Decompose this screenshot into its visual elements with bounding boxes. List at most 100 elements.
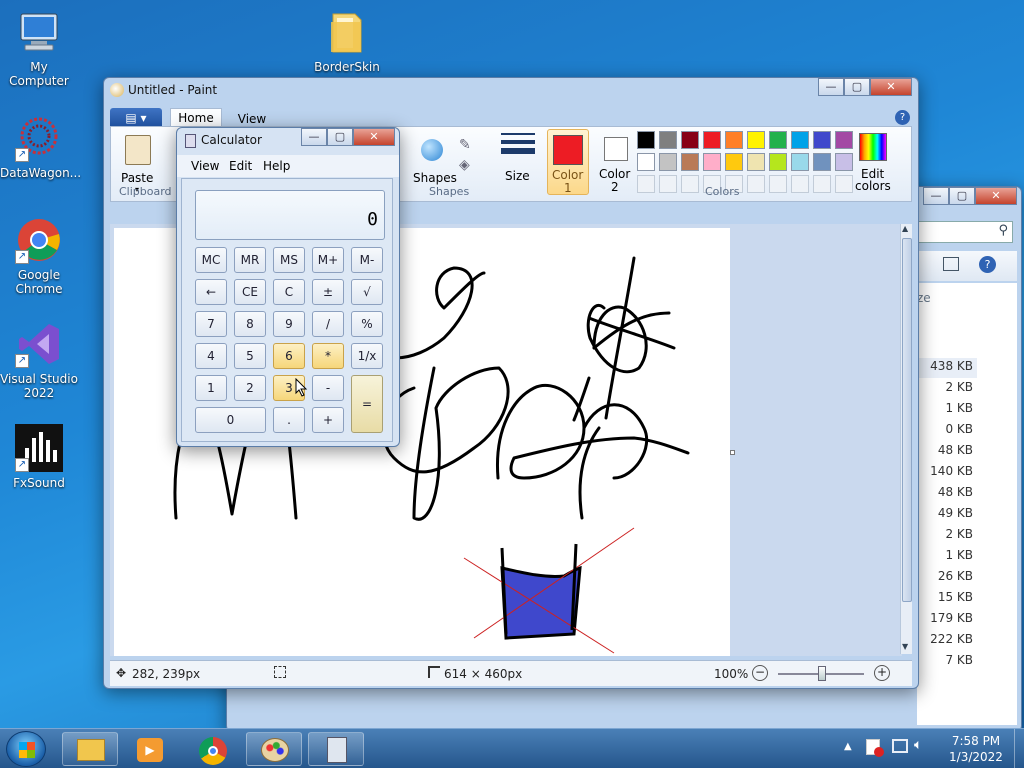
palette-empty-slot[interactable] [813, 175, 831, 193]
maximize-button[interactable]: ▢ [844, 78, 870, 96]
desktop-icon-my-computer[interactable]: My Computer [0, 8, 78, 88]
calc-button-mc[interactable]: MC [195, 247, 227, 273]
color2-button[interactable]: Color 2 [595, 129, 637, 195]
palette-swatch[interactable] [725, 153, 743, 171]
paint-app-icon[interactable] [110, 83, 124, 97]
calculator-titlebar[interactable]: Calculator — ▢ ✕ [177, 128, 399, 152]
fill-icon[interactable]: ◈ [459, 157, 470, 173]
size-column-header[interactable]: ze [917, 291, 931, 305]
calc-button-digit-4[interactable]: 4 [195, 343, 227, 369]
palette-swatch[interactable] [681, 131, 699, 149]
palette-empty-slot[interactable] [791, 175, 809, 193]
show-desktop-button[interactable] [1014, 729, 1024, 768]
calc-button-digit-8[interactable]: 8 [234, 311, 266, 337]
vertical-scrollbar[interactable]: ▲ ▼ [900, 224, 912, 654]
paint-menu-button[interactable]: ▤ ▾ [110, 108, 162, 128]
calc-button-digit-5[interactable]: 5 [234, 343, 266, 369]
maximize-button[interactable]: ▢ [327, 128, 353, 146]
paste-button[interactable]: Paste ▾ [117, 133, 161, 194]
preview-pane-icon[interactable] [943, 257, 959, 271]
minimize-button[interactable]: — [818, 78, 844, 96]
zoom-out-button[interactable]: − [752, 665, 768, 681]
palette-swatch[interactable] [791, 153, 809, 171]
palette-swatch[interactable] [681, 153, 699, 171]
palette-swatch[interactable] [703, 153, 721, 171]
calc-button-equals[interactable]: = [351, 375, 383, 433]
calc-button-digit-2[interactable]: 2 [234, 375, 266, 401]
shapes-button[interactable]: Shapes [411, 133, 457, 187]
calc-button-digit-0[interactable]: 0 [195, 407, 266, 433]
close-button[interactable]: ✕ [975, 187, 1017, 205]
calc-button-digit-7[interactable]: 7 [195, 311, 227, 337]
calc-button-digit-6[interactable]: 6 [273, 343, 305, 369]
minimize-button[interactable]: — [923, 187, 949, 205]
explorer-search-box[interactable]: ⚲ [917, 221, 1013, 243]
tab-home[interactable]: Home [170, 108, 222, 128]
palette-swatch[interactable] [769, 153, 787, 171]
menu-edit[interactable]: Edit [229, 159, 252, 173]
scroll-up-arrow-icon[interactable]: ▲ [902, 224, 908, 233]
palette-swatch[interactable] [813, 153, 831, 171]
taskbar-explorer[interactable] [62, 732, 118, 766]
calc-button-m-plus[interactable]: M+ [312, 247, 344, 273]
calc-button-divide[interactable]: / [312, 311, 344, 337]
palette-swatch[interactable] [747, 131, 765, 149]
scroll-down-arrow-icon[interactable]: ▼ [902, 642, 908, 651]
palette-swatch[interactable] [791, 131, 809, 149]
calc-button-plus-minus[interactable]: ± [312, 279, 344, 305]
calc-button-decimal[interactable]: . [273, 407, 305, 433]
canvas-resize-handle[interactable] [730, 450, 735, 455]
palette-swatch[interactable] [637, 153, 655, 171]
color1-button[interactable]: Color 1 [547, 129, 589, 195]
palette-swatch[interactable] [637, 131, 655, 149]
taskbar-chrome[interactable] [184, 732, 240, 766]
palette-empty-slot[interactable] [637, 175, 655, 193]
paint-titlebar[interactable]: Untitled - Paint — ▢ ✕ [104, 78, 918, 102]
desktop-icon-fxsound[interactable]: ↗ FxSound [0, 424, 78, 490]
menu-view[interactable]: View [191, 159, 219, 173]
calc-button-percent[interactable]: % [351, 311, 383, 337]
calc-button-digit-9[interactable]: 9 [273, 311, 305, 337]
desktop-icon-google-chrome[interactable]: ↗ Google Chrome [0, 216, 78, 296]
maximize-button[interactable]: ▢ [949, 187, 975, 205]
palette-empty-slot[interactable] [659, 175, 677, 193]
volume-icon[interactable]: 🔈︎ [914, 737, 922, 753]
start-button[interactable] [6, 731, 46, 767]
zoom-in-button[interactable]: + [874, 665, 890, 681]
outline-icon[interactable]: ✎ [459, 137, 471, 153]
desktop-icon-visual-studio[interactable]: ↗ Visual Studio 2022 [0, 320, 78, 400]
size-button[interactable]: Size [499, 131, 539, 189]
calc-button-ce[interactable]: CE [234, 279, 266, 305]
network-icon[interactable] [892, 739, 908, 753]
calc-button-digit-1[interactable]: 1 [195, 375, 227, 401]
system-clock[interactable]: 7:58 PM 1/3/2022 [936, 733, 1016, 765]
help-icon[interactable]: ? [979, 256, 996, 273]
calc-button-subtract[interactable]: - [312, 375, 344, 401]
palette-swatch[interactable] [769, 131, 787, 149]
calc-button-reciprocal[interactable]: 1/x [351, 343, 383, 369]
zoom-slider-thumb[interactable] [818, 666, 826, 681]
help-icon[interactable]: ? [895, 110, 910, 125]
palette-empty-slot[interactable] [747, 175, 765, 193]
calc-button-ms[interactable]: MS [273, 247, 305, 273]
scrollbar-thumb[interactable] [902, 238, 912, 602]
calc-button-clear[interactable]: C [273, 279, 305, 305]
palette-empty-slot[interactable] [681, 175, 699, 193]
desktop-icon-borderskin[interactable]: BorderSkin [308, 8, 386, 74]
palette-swatch[interactable] [747, 153, 765, 171]
calc-button-backspace[interactable]: ← [195, 279, 227, 305]
palette-empty-slot[interactable] [769, 175, 787, 193]
close-button[interactable]: ✕ [870, 78, 912, 96]
calc-button-sqrt[interactable]: √ [351, 279, 383, 305]
palette-swatch[interactable] [725, 131, 743, 149]
calc-button-multiply[interactable]: * [312, 343, 344, 369]
taskbar-paint[interactable] [246, 732, 302, 766]
palette-swatch[interactable] [659, 153, 677, 171]
desktop-icon-datawagon[interactable]: ↗ DataWagon... [0, 114, 81, 180]
edit-colors-button[interactable]: Edit colors [851, 131, 895, 193]
taskbar-calculator[interactable] [308, 732, 364, 766]
calc-button-m-minus[interactable]: M- [351, 247, 383, 273]
show-hidden-icons-icon[interactable]: ▲ [844, 741, 852, 752]
calc-button-add[interactable]: + [312, 407, 344, 433]
calc-button-mr[interactable]: MR [234, 247, 266, 273]
